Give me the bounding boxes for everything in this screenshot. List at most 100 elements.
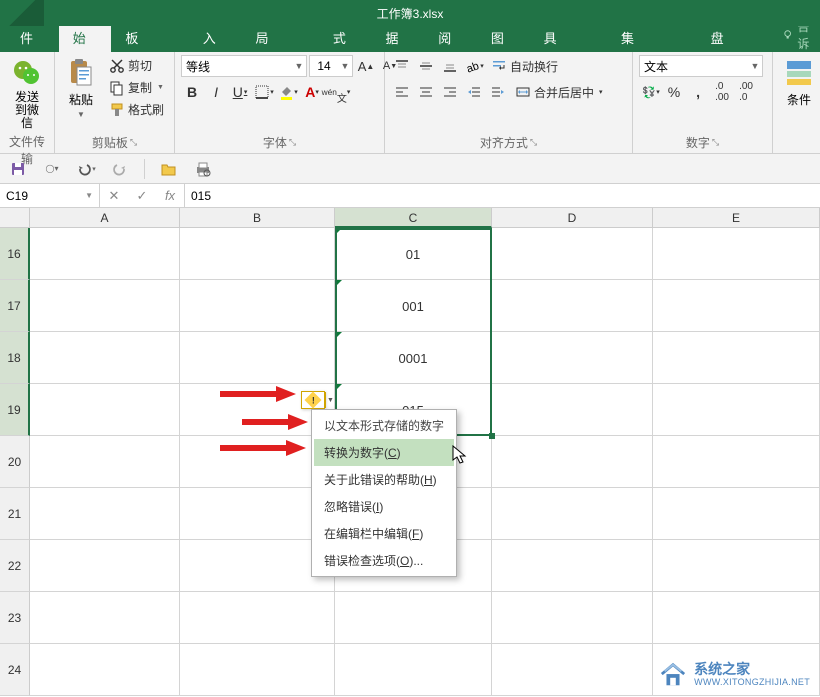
cell[interactable]	[653, 280, 820, 332]
paste-button[interactable]: 粘贴 ▼	[61, 55, 101, 121]
column-header[interactable]: E	[653, 208, 820, 228]
cell[interactable]	[180, 644, 335, 696]
dialog-launcher-icon[interactable]: ⤡	[130, 137, 137, 148]
row-header[interactable]: 21	[0, 488, 30, 540]
italic-button[interactable]: I	[205, 81, 227, 103]
align-bottom-button[interactable]	[439, 55, 461, 77]
chevron-down-icon[interactable]: ▼	[748, 61, 762, 71]
save-button[interactable]	[8, 159, 28, 179]
cell[interactable]	[180, 332, 335, 384]
chevron-down-icon[interactable]: ▼	[292, 61, 306, 71]
cell[interactable]	[492, 280, 653, 332]
row-header[interactable]: 22	[0, 540, 30, 592]
qat-dropdown[interactable]: ◯▾	[42, 159, 62, 179]
cell[interactable]	[30, 592, 180, 644]
bold-button[interactable]: B	[181, 81, 203, 103]
chevron-down-icon[interactable]: ▼	[325, 392, 335, 408]
align-center-button[interactable]	[415, 81, 437, 103]
cell[interactable]	[653, 436, 820, 488]
cut-button[interactable]: 剪切	[105, 55, 168, 76]
cell[interactable]	[30, 540, 180, 592]
column-header[interactable]: A	[30, 208, 180, 228]
row-header[interactable]: 24	[0, 644, 30, 696]
row-header[interactable]: 16	[0, 228, 30, 280]
fill-handle[interactable]	[489, 433, 495, 439]
grow-font-button[interactable]: A▲	[355, 55, 377, 77]
insert-function-button[interactable]: fx	[156, 188, 184, 203]
cell[interactable]	[653, 592, 820, 644]
cell[interactable]	[492, 384, 653, 436]
cell[interactable]	[653, 332, 820, 384]
copy-button[interactable]: 复制▼	[105, 77, 168, 98]
cell[interactable]	[492, 592, 653, 644]
cell[interactable]	[653, 384, 820, 436]
error-indicator-button[interactable]: ! ▼	[301, 391, 325, 409]
row-header[interactable]: 23	[0, 592, 30, 644]
cell[interactable]	[180, 228, 335, 280]
align-top-button[interactable]	[391, 55, 413, 77]
cell[interactable]: 01	[335, 228, 492, 280]
cell[interactable]	[653, 228, 820, 280]
cell[interactable]: 0001	[335, 332, 492, 384]
cell[interactable]	[30, 644, 180, 696]
name-box[interactable]: ▼	[0, 184, 100, 207]
align-left-button[interactable]	[391, 81, 413, 103]
number-format-combo[interactable]: ▼	[639, 55, 763, 77]
cell[interactable]	[30, 436, 180, 488]
open-button[interactable]	[159, 159, 179, 179]
redo-button[interactable]	[110, 159, 130, 179]
cell[interactable]	[335, 644, 492, 696]
orientation-button[interactable]: ab▾	[463, 55, 485, 77]
cell[interactable]	[653, 540, 820, 592]
undo-button[interactable]: ▾	[76, 159, 96, 179]
cell[interactable]	[492, 488, 653, 540]
font-size-combo[interactable]: ▼	[309, 55, 353, 77]
formula-input[interactable]	[185, 184, 820, 207]
cell[interactable]	[30, 488, 180, 540]
align-middle-button[interactable]	[415, 55, 437, 77]
merge-center-button[interactable]: 合并后居中▾	[511, 82, 607, 103]
cell[interactable]	[492, 228, 653, 280]
dialog-launcher-icon[interactable]: ⤡	[289, 137, 296, 148]
wrap-text-button[interactable]: 自动换行	[487, 56, 562, 77]
increase-decimal-button[interactable]: .0.00	[711, 81, 733, 103]
comma-button[interactable]: ,	[687, 81, 709, 103]
dialog-launcher-icon[interactable]: ⤡	[530, 137, 537, 148]
font-color-button[interactable]: A▾	[301, 81, 323, 103]
phonetic-button[interactable]: wén文▾	[325, 81, 347, 103]
underline-button[interactable]: U▾	[229, 81, 251, 103]
font-name-combo[interactable]: ▼	[181, 55, 307, 77]
cell[interactable]	[30, 280, 180, 332]
cell[interactable]	[492, 332, 653, 384]
select-all-corner[interactable]	[0, 208, 30, 228]
accounting-button[interactable]: 💱▾	[639, 81, 661, 103]
print-preview-button[interactable]	[193, 159, 213, 179]
cell[interactable]	[180, 280, 335, 332]
indent-decrease-button[interactable]	[463, 81, 485, 103]
menu-help[interactable]: 关于此错误的帮助(H)	[314, 466, 454, 493]
cell[interactable]	[653, 488, 820, 540]
menu-convert-to-number[interactable]: 转换为数字(C)	[314, 439, 454, 466]
confirm-entry-button[interactable]: ✓	[128, 188, 156, 204]
menu-error-options[interactable]: 错误检查选项(O)...	[314, 547, 454, 574]
cell[interactable]	[492, 436, 653, 488]
indent-increase-button[interactable]	[487, 81, 509, 103]
row-header[interactable]: 17	[0, 280, 30, 332]
cell[interactable]	[180, 592, 335, 644]
cell[interactable]	[492, 540, 653, 592]
cell[interactable]	[335, 592, 492, 644]
column-header[interactable]: C	[335, 208, 492, 228]
column-header[interactable]: D	[492, 208, 653, 228]
menu-ignore[interactable]: 忽略错误(I)	[314, 493, 454, 520]
row-header[interactable]: 20	[0, 436, 30, 488]
cell[interactable]	[30, 384, 180, 436]
chevron-down-icon[interactable]: ▼	[338, 61, 352, 71]
row-header[interactable]: 19	[0, 384, 30, 436]
row-header[interactable]: 18	[0, 332, 30, 384]
dialog-launcher-icon[interactable]: ⤡	[712, 137, 719, 148]
cell[interactable]: 001	[335, 280, 492, 332]
percent-button[interactable]: %	[663, 81, 685, 103]
send-wechat-button[interactable]: 发送到微信	[6, 55, 48, 133]
align-right-button[interactable]	[439, 81, 461, 103]
cell[interactable]	[30, 228, 180, 280]
